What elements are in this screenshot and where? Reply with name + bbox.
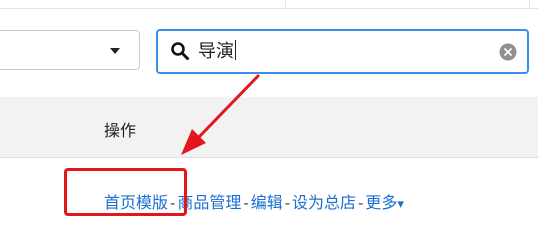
strip-divider (529, 0, 530, 8)
search-value-wrap: 导演 (198, 40, 236, 62)
search-value: 导演 (198, 41, 234, 61)
chevron-down-icon: ▾ (397, 196, 404, 211)
separator: - (358, 195, 364, 212)
text-cursor (235, 40, 236, 60)
clear-circle-icon[interactable] (499, 43, 517, 61)
filter-select[interactable] (0, 30, 140, 70)
set-head-store-link[interactable]: 设为总店 (292, 195, 356, 212)
top-strip (0, 0, 538, 9)
search-icon (171, 42, 189, 60)
more-dropdown[interactable]: 更多▾ (365, 195, 404, 212)
separator: - (243, 195, 249, 212)
table-header: 操作 (0, 97, 538, 158)
separator: - (284, 195, 291, 212)
strip-divider (285, 0, 286, 8)
highlight-box (64, 168, 187, 216)
triangle-down-icon (110, 48, 120, 54)
search-input[interactable]: 导演 (156, 29, 529, 74)
more-label: 更多 (365, 195, 398, 212)
edit-link[interactable]: 编辑 (251, 195, 283, 212)
column-header-actions: 操作 (104, 123, 137, 140)
